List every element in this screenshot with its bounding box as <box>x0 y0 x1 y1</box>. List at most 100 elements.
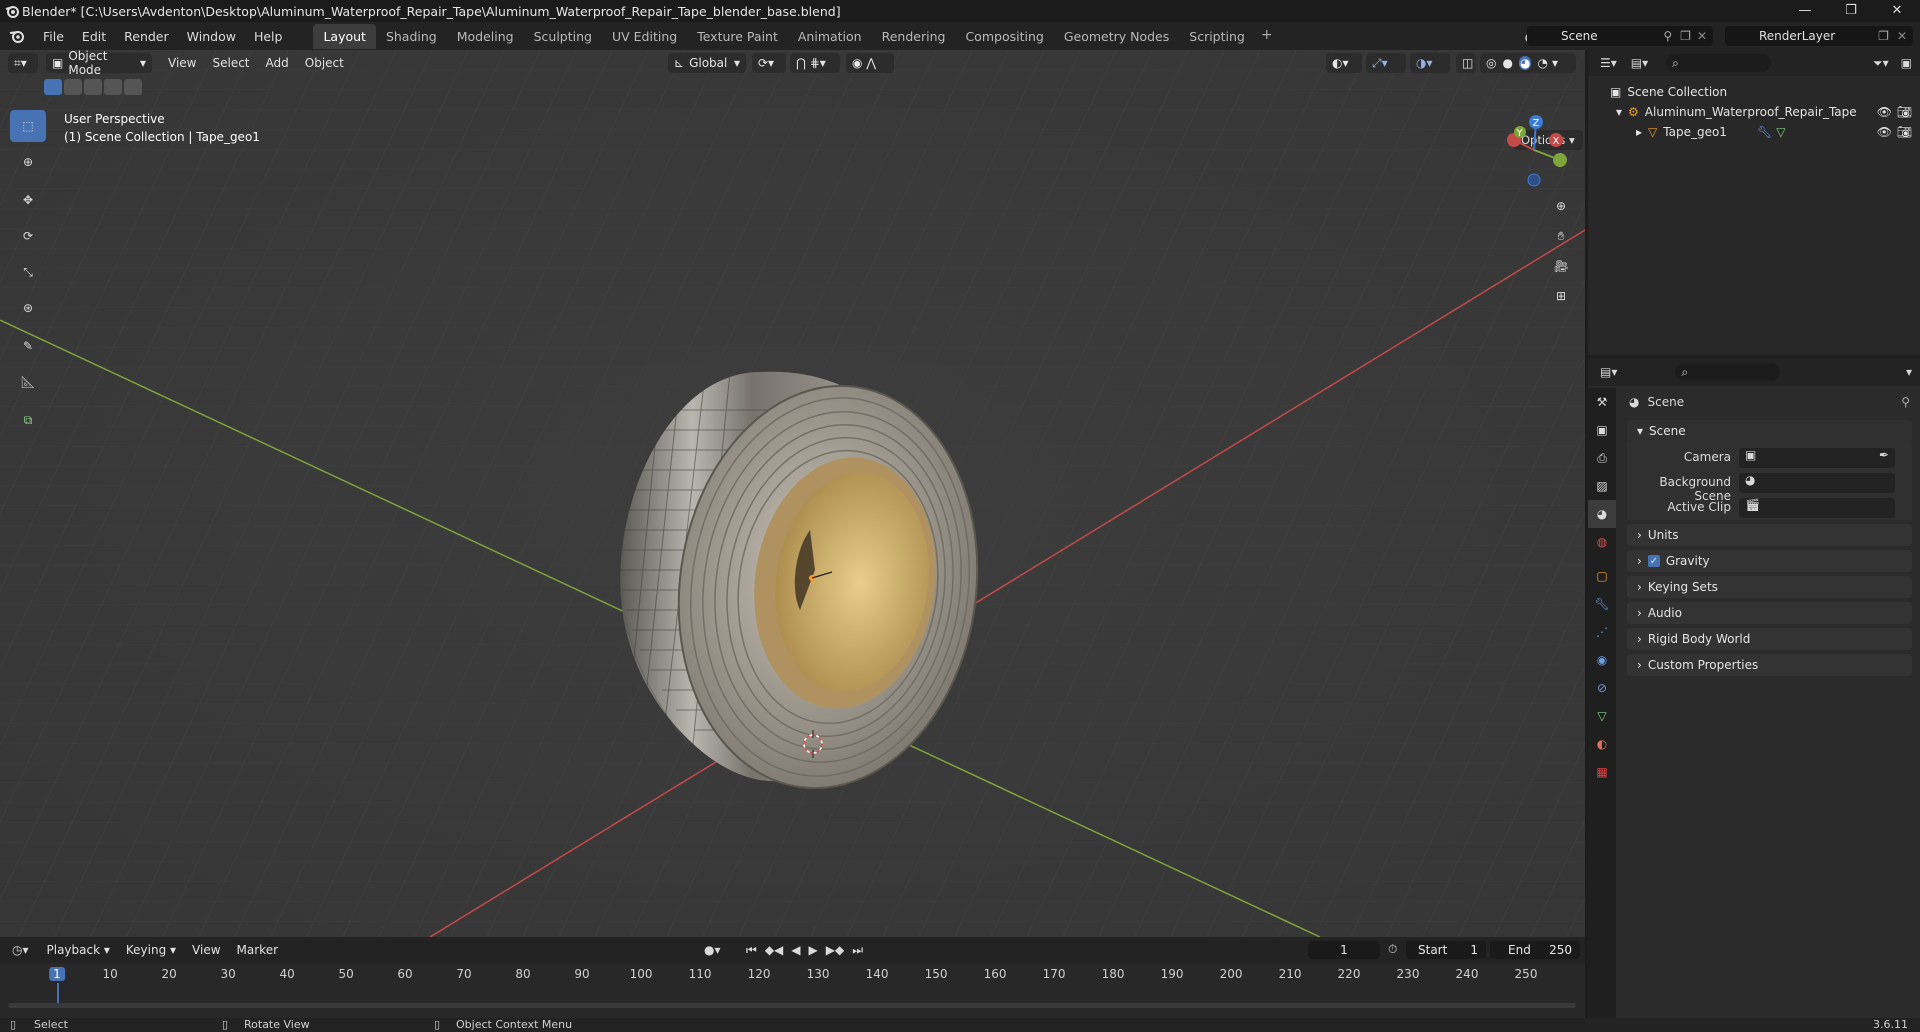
timeline-editor-icon[interactable]: ◷▾ <box>12 943 29 957</box>
tab-world[interactable]: ◍ <box>1588 528 1616 556</box>
shading-modes[interactable]: ◎ ● ◕ ◔ ▾ <box>1480 53 1576 73</box>
perspective-toggle[interactable]: ⊞ <box>1548 283 1574 309</box>
visibility-button[interactable]: ◐▾ <box>1326 53 1362 73</box>
tab-render[interactable]: ▣ <box>1588 416 1616 444</box>
preview-range-icon[interactable]: ⏱ <box>1388 942 1397 957</box>
panel-gravity[interactable]: › ✓ Gravity <box>1627 550 1912 572</box>
wireframe-shading-icon[interactable]: ◎ <box>1486 56 1496 70</box>
play-icon[interactable]: ▶ <box>809 943 818 958</box>
tab-sculpting[interactable]: Sculpting <box>524 24 602 49</box>
mode-selector[interactable]: ▣ Object Mode ▾ <box>46 50 152 77</box>
tab-rendering[interactable]: Rendering <box>872 24 956 49</box>
3d-viewport[interactable]: ⌗▾ ▣ Object Mode ▾ View Select Add Object … <box>0 50 1585 937</box>
end-frame-field[interactable]: End 250 <box>1490 941 1580 959</box>
rotate-tool[interactable]: ⟳ <box>10 220 46 252</box>
tab-object[interactable]: ▢ <box>1588 562 1616 590</box>
outliner-row-scene-collection[interactable]: ▣ Scene Collection <box>1588 82 1920 102</box>
zoom-button[interactable]: ⊕ <box>1548 193 1574 219</box>
tab-modeling[interactable]: Modeling <box>447 24 524 49</box>
pivot-point-button[interactable]: ⟳▾ <box>752 53 786 73</box>
camera-view-button[interactable]: 🎥︎ <box>1548 253 1574 279</box>
remove-view-layer-icon[interactable]: ✕ <box>1897 29 1907 43</box>
tab-physics[interactable]: ◉ <box>1588 646 1616 674</box>
remove-scene-icon[interactable]: ✕ <box>1697 29 1707 43</box>
add-workspace-icon[interactable]: + <box>1255 24 1279 49</box>
menu-view[interactable]: View <box>184 943 228 957</box>
tab-texture[interactable]: ▦ <box>1588 758 1616 786</box>
menu-render[interactable]: Render <box>115 29 178 44</box>
menu-object[interactable]: Object <box>297 56 352 70</box>
blender-menu-icon[interactable] <box>9 29 25 43</box>
outliner-editor-icon[interactable]: ☰▾ <box>1600 56 1617 70</box>
camera-render-icon[interactable]: 📷︎ <box>1897 105 1912 119</box>
expand-arrow-icon[interactable]: ▸ <box>1636 125 1642 139</box>
record-icon[interactable]: ●▾ <box>704 943 721 957</box>
eye-icon[interactable]: 👁︎ <box>1877 105 1892 119</box>
tab-view-layer[interactable]: ▨ <box>1588 472 1616 500</box>
select-new-icon[interactable] <box>44 79 62 95</box>
chevron-down-icon[interactable]: ▾ <box>1552 56 1558 70</box>
tab-shading[interactable]: Shading <box>376 24 447 49</box>
menu-playback[interactable]: Playback ▾ <box>39 943 118 957</box>
cursor-tool[interactable]: ⊕ <box>10 146 46 178</box>
add-cube-tool[interactable]: ⧉ <box>10 404 46 436</box>
move-tool[interactable]: ✥ <box>10 184 46 216</box>
scale-tool[interactable]: ⤡ <box>10 256 46 288</box>
snap-button[interactable]: ⋂ ⋕▾ <box>790 53 840 73</box>
select-intersect-icon[interactable] <box>124 79 142 95</box>
view-layer-selector[interactable]: RenderLayer ❐ ✕ <box>1725 26 1913 46</box>
camera-render-icon[interactable]: 📷︎ <box>1897 125 1912 139</box>
proportional-edit-button[interactable]: ◉ ⋀ <box>846 53 894 73</box>
outliner-row-collection[interactable]: ▾ ⚙ Aluminum_Waterproof_Repair_Tape 👁︎ 📷… <box>1588 102 1920 122</box>
measure-tool[interactable]: 📐︎ <box>10 366 46 398</box>
tab-scene[interactable]: ◕ <box>1588 500 1616 528</box>
solid-shading-icon[interactable]: ● <box>1502 56 1512 70</box>
editor-type-button[interactable]: ⌗▾ <box>8 53 38 73</box>
menu-keying[interactable]: Keying ▾ <box>118 943 184 957</box>
panel-scene[interactable]: ▾ Scene <box>1627 420 1912 442</box>
new-view-layer-icon[interactable]: ❐ <box>1878 29 1889 43</box>
pan-button[interactable]: ✋︎ <box>1548 223 1574 249</box>
pin-icon[interactable]: ⚲ <box>1901 395 1910 409</box>
transform-orientation[interactable]: ⊾ Global ▾ <box>668 53 746 73</box>
select-invert-icon[interactable] <box>104 79 122 95</box>
menu-help[interactable]: Help <box>245 29 292 44</box>
display-mode-icon[interactable]: ▤▾ <box>1631 56 1648 70</box>
current-frame-marker[interactable]: 1 <box>49 967 65 981</box>
camera-field[interactable]: ▣ ✒ <box>1739 448 1895 468</box>
menu-view[interactable]: View <box>160 56 204 70</box>
jump-end-icon[interactable]: ⏭ <box>852 943 863 958</box>
panel-rigid-body-world[interactable]: › Rigid Body World <box>1627 628 1912 650</box>
panel-custom-properties[interactable]: › Custom Properties <box>1627 654 1912 676</box>
tab-data[interactable]: ▽ <box>1588 702 1616 730</box>
expand-arrow-icon[interactable]: ▾ <box>1616 105 1622 119</box>
start-frame-field[interactable]: Start 1 <box>1406 941 1486 959</box>
select-extend-icon[interactable] <box>64 79 82 95</box>
new-scene-icon[interactable]: ❐ <box>1680 29 1691 43</box>
menu-add[interactable]: Add <box>258 56 297 70</box>
rendered-shading-icon[interactable]: ◔ <box>1537 56 1547 70</box>
tab-layout[interactable]: Layout <box>313 23 376 49</box>
eyedropper-icon[interactable]: ✒ <box>1879 448 1889 462</box>
tab-scripting[interactable]: Scripting <box>1179 24 1255 49</box>
jump-start-icon[interactable]: ⏮ <box>746 943 757 958</box>
minimize-icon[interactable]: — <box>1782 0 1828 22</box>
select-subtract-icon[interactable] <box>84 79 102 95</box>
xray-toggle[interactable]: ◫ <box>1456 53 1476 73</box>
tab-constraints[interactable]: ⊘ <box>1588 674 1616 702</box>
tab-uv-editing[interactable]: UV Editing <box>602 24 687 49</box>
menu-select[interactable]: Select <box>204 56 257 70</box>
menu-edit[interactable]: Edit <box>73 29 115 44</box>
tab-modifiers[interactable]: 🔧︎ <box>1588 590 1616 618</box>
tab-tool[interactable]: ⚒ <box>1588 388 1616 416</box>
properties-editor-icon[interactable]: ▤▾ <box>1600 365 1617 379</box>
menu-window[interactable]: Window <box>178 29 245 44</box>
gizmo-toggle[interactable]: ⤢▾ <box>1366 53 1406 73</box>
scene-selector[interactable]: Scene ⚲ ❐ ✕ <box>1527 26 1713 46</box>
background-scene-field[interactable]: ◕ <box>1739 473 1895 493</box>
overlay-toggle[interactable]: ◑▾ <box>1410 53 1450 73</box>
next-keyframe-icon[interactable]: ▶◆ <box>826 943 844 958</box>
gravity-checkbox[interactable]: ✓ <box>1647 555 1660 567</box>
panel-keying-sets[interactable]: › Keying Sets <box>1627 576 1912 598</box>
prev-keyframe-icon[interactable]: ◆◀ <box>765 943 783 958</box>
